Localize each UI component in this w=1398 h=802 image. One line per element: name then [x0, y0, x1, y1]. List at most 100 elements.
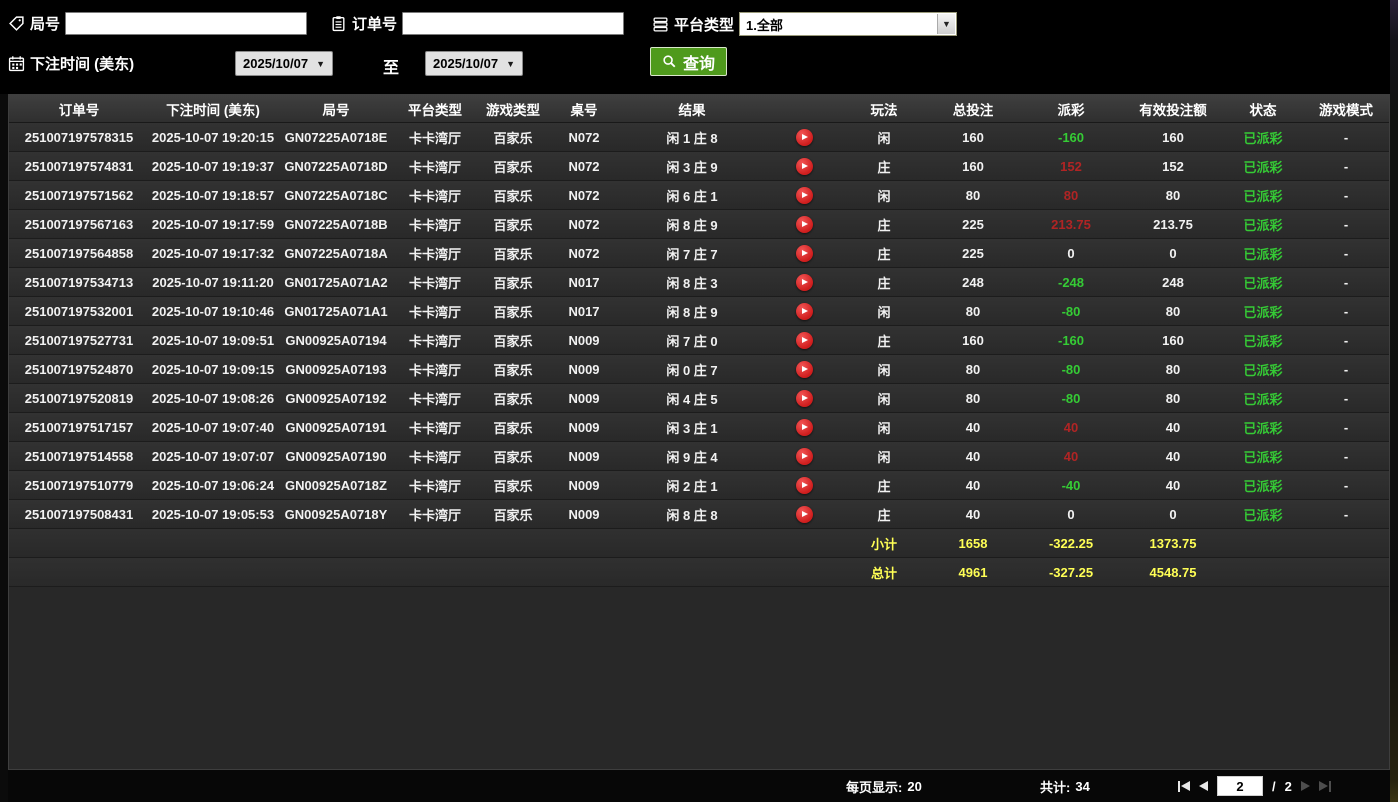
play-button[interactable] — [796, 158, 813, 175]
cell-platform: 卡卡湾厅 — [395, 413, 475, 441]
table-row: 2510071975347132025-10-07 19:11:20GN0172… — [9, 268, 1389, 297]
cell-play-type: 闲 — [841, 123, 927, 151]
cell-platform: 卡卡湾厅 — [395, 471, 475, 499]
empty-cell — [1223, 529, 1303, 557]
cell-play — [767, 268, 841, 296]
cell-play — [767, 355, 841, 383]
table-row: 2510071975084312025-10-07 19:05:53GN0092… — [9, 500, 1389, 529]
play-icon — [802, 424, 808, 430]
subtotal-valid-bet: 1373.75 — [1123, 529, 1223, 557]
arrow-left-icon — [1181, 781, 1190, 791]
cell-order-id: 251007197517157 — [9, 413, 149, 441]
cell-play — [767, 500, 841, 528]
play-button[interactable] — [796, 448, 813, 465]
cell-game-mode: - — [1303, 384, 1389, 412]
prev-page-button[interactable] — [1199, 781, 1208, 791]
table-row: 2510071975748312025-10-07 19:19:37GN0722… — [9, 152, 1389, 181]
play-button[interactable] — [796, 361, 813, 378]
cell-game-type: 百家乐 — [475, 500, 551, 528]
col-table-no: 桌号 — [551, 95, 617, 122]
play-button[interactable] — [796, 303, 813, 320]
cell-table-no: N009 — [551, 471, 617, 499]
play-button[interactable] — [796, 419, 813, 436]
last-page-button[interactable] — [1319, 781, 1331, 792]
cell-game-type: 百家乐 — [475, 297, 551, 325]
play-button[interactable] — [796, 216, 813, 233]
cell-total-bet: 225 — [927, 239, 1019, 267]
table-row: 2510071975208192025-10-07 19:08:26GN0092… — [9, 384, 1389, 413]
col-order-id: 订单号 — [9, 95, 149, 122]
play-button[interactable] — [796, 245, 813, 262]
search-button[interactable]: 查询 — [650, 47, 727, 76]
pager: / 2 — [1178, 770, 1331, 802]
subtotal-row: 小计1658-322.251373.75 — [9, 529, 1389, 558]
cell-result: 闲 6 庄 1 — [617, 181, 767, 209]
cell-play-type: 庄 — [841, 210, 927, 238]
cell-payout: -160 — [1019, 326, 1123, 354]
cell-game-mode: - — [1303, 297, 1389, 325]
cell-valid-bet: 40 — [1123, 442, 1223, 470]
play-button[interactable] — [796, 332, 813, 349]
first-page-button[interactable] — [1178, 781, 1190, 792]
empty-cell — [475, 558, 551, 586]
cell-table-no: N009 — [551, 413, 617, 441]
per-page-display: 每页显示: 20 — [846, 770, 922, 802]
platform-select[interactable]: 1.全部 ▼ — [739, 12, 957, 36]
cell-bet-time: 2025-10-07 19:07:40 — [149, 413, 277, 441]
cell-order-id: 251007197510779 — [9, 471, 149, 499]
table-row: 2510071975107792025-10-07 19:06:24GN0092… — [9, 471, 1389, 500]
page-input[interactable] — [1217, 776, 1263, 796]
round-filter: 局号 — [8, 12, 307, 35]
empty-cell — [1303, 529, 1389, 557]
cell-status: 已派彩 — [1223, 355, 1303, 383]
cell-round-id: GN01725A071A1 — [277, 297, 395, 325]
date-to-picker[interactable]: 2025/10/07 ▼ — [425, 51, 523, 76]
play-button[interactable] — [796, 274, 813, 291]
cell-platform: 卡卡湾厅 — [395, 210, 475, 238]
calendar-icon — [8, 55, 25, 72]
cell-result: 闲 8 庄 9 — [617, 210, 767, 238]
cell-platform: 卡卡湾厅 — [395, 123, 475, 151]
play-button[interactable] — [796, 187, 813, 204]
cell-result: 闲 8 庄 3 — [617, 268, 767, 296]
empty-cell — [395, 529, 475, 557]
play-button[interactable] — [796, 477, 813, 494]
order-input[interactable] — [402, 12, 624, 35]
play-button[interactable] — [796, 390, 813, 407]
date-from-picker[interactable]: 2025/10/07 ▼ — [235, 51, 333, 76]
cell-order-id: 251007197524870 — [9, 355, 149, 383]
cell-play-type: 庄 — [841, 471, 927, 499]
play-icon — [802, 163, 808, 169]
cell-play — [767, 413, 841, 441]
total-payout: -327.25 — [1019, 558, 1123, 586]
cell-table-no: N009 — [551, 500, 617, 528]
cell-result: 闲 1 庄 8 — [617, 123, 767, 151]
cell-game-type: 百家乐 — [475, 413, 551, 441]
play-button[interactable] — [796, 129, 813, 146]
cell-total-bet: 40 — [927, 471, 1019, 499]
cell-game-type: 百家乐 — [475, 471, 551, 499]
cell-game-mode: - — [1303, 500, 1389, 528]
cell-status: 已派彩 — [1223, 152, 1303, 180]
col-round-id: 局号 — [277, 95, 395, 122]
cell-order-id: 251007197514558 — [9, 442, 149, 470]
play-button[interactable] — [796, 506, 813, 523]
cell-payout: -80 — [1019, 384, 1123, 412]
cell-play — [767, 181, 841, 209]
table-row: 2510071975671632025-10-07 19:17:59GN0722… — [9, 210, 1389, 239]
chevron-down-icon: ▼ — [506, 59, 515, 69]
round-input[interactable] — [65, 12, 307, 35]
empty-cell — [617, 529, 767, 557]
bet-records-table: 订单号下注时间 (美东)局号平台类型游戏类型桌号结果玩法总投注派彩有效投注额状态… — [8, 94, 1390, 770]
total-row: 总计4961-327.254548.75 — [9, 558, 1389, 587]
next-page-button[interactable] — [1301, 781, 1310, 791]
clipboard-icon — [330, 15, 347, 32]
cell-total-bet: 80 — [927, 297, 1019, 325]
cell-game-type: 百家乐 — [475, 384, 551, 412]
cell-game-type: 百家乐 — [475, 181, 551, 209]
cell-game-type: 百家乐 — [475, 210, 551, 238]
cell-result: 闲 9 庄 4 — [617, 442, 767, 470]
cell-platform: 卡卡湾厅 — [395, 442, 475, 470]
cell-play-type: 闲 — [841, 355, 927, 383]
empty-cell — [395, 558, 475, 586]
